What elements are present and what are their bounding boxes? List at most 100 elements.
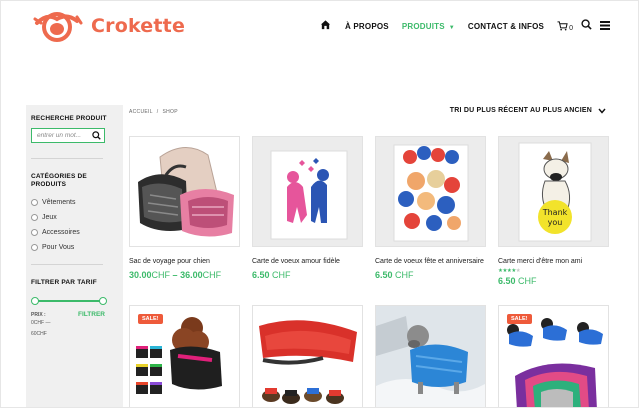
product-card[interactable]: Carte de voeux fête et anniversaire 6.50… bbox=[375, 136, 486, 280]
star-icon: ★ bbox=[515, 268, 521, 274]
product-price: 6.50 CHF bbox=[498, 276, 609, 286]
cart-button[interactable]: 0 bbox=[557, 21, 573, 32]
radio-button[interactable] bbox=[31, 214, 38, 221]
breadcrumb-home[interactable]: ACCUEIL bbox=[129, 109, 153, 115]
product-price: 30.00CHF – 36.00CHF bbox=[129, 270, 240, 280]
price-currency: CHF bbox=[151, 270, 171, 280]
search-input[interactable]: entrer un mot... bbox=[31, 128, 105, 143]
pet-carrier-image bbox=[130, 137, 239, 246]
brand-name: Crokette bbox=[91, 15, 186, 37]
menu-icon[interactable] bbox=[600, 17, 610, 35]
category-label: Jeux bbox=[42, 214, 57, 221]
nav-products[interactable]: PRODUITS ▼ bbox=[402, 22, 455, 31]
cart-count: 0 bbox=[569, 24, 573, 32]
price-dash: – bbox=[172, 270, 178, 280]
price-label: PRIX : bbox=[31, 311, 46, 318]
category-item[interactable]: Accessoires bbox=[31, 225, 118, 240]
price-to: 36.00 bbox=[180, 270, 203, 280]
product-card[interactable] bbox=[375, 305, 486, 407]
sort-dropdown[interactable]: TRI DU PLUS RÉCENT AU PLUS ANCIEN bbox=[450, 107, 606, 114]
product-card[interactable] bbox=[252, 305, 363, 407]
categories-title: CATÉGORIES DE PRODUITS bbox=[31, 173, 87, 188]
price-currency: CHF bbox=[518, 276, 537, 286]
product-image[interactable]: SALE! bbox=[129, 305, 240, 407]
search-placeholder: entrer un mot... bbox=[37, 132, 82, 139]
price-currency: CHF bbox=[202, 270, 222, 280]
product-card[interactable]: SALE! bbox=[498, 305, 609, 407]
price-row: PRIX : FILTRER bbox=[31, 311, 105, 318]
nav-about[interactable]: À PROPOS bbox=[345, 22, 389, 31]
product-card[interactable]: Thank you Carte merci d'être mon ami ★★★… bbox=[498, 136, 609, 286]
slider-min-handle[interactable] bbox=[31, 297, 39, 305]
breadcrumb-current: SHOP bbox=[162, 109, 178, 115]
breadcrumb: ACCUEIL / SHOP bbox=[129, 109, 178, 115]
site-header: Crokette À PROPOS PRODUITS ▼ CONTACT & IN… bbox=[1, 1, 638, 53]
search-title: RECHERCHE PRODUIT bbox=[31, 115, 107, 122]
product-image[interactable] bbox=[375, 136, 486, 247]
price-currency: CHF bbox=[395, 270, 414, 280]
radio-button[interactable] bbox=[31, 244, 38, 251]
logo-icon bbox=[33, 12, 83, 42]
sort-label: TRI DU PLUS RÉCENT AU PLUS ANCIEN bbox=[449, 107, 592, 114]
chevron-down-icon: ▼ bbox=[448, 24, 455, 31]
breadcrumb-separator: / bbox=[156, 109, 159, 115]
divider bbox=[31, 264, 103, 265]
product-price: 6.50 CHF bbox=[252, 270, 363, 280]
product-image[interactable] bbox=[252, 136, 363, 247]
product-card[interactable]: Carte de voeux amour fidèle 6.50 CHF bbox=[252, 136, 363, 280]
product-image[interactable]: SALE! bbox=[498, 305, 609, 407]
price-currency: CHF bbox=[272, 270, 291, 280]
product-card[interactable]: SALE! bbox=[129, 305, 240, 407]
category-label: Pour Vous bbox=[42, 244, 75, 251]
price-value: 6.50 bbox=[498, 276, 516, 286]
home-icon[interactable] bbox=[320, 17, 331, 35]
slider-max-handle[interactable] bbox=[99, 297, 107, 305]
search-icon[interactable] bbox=[92, 131, 101, 140]
price-from: 30.00 bbox=[129, 270, 152, 280]
sale-badge: SALE! bbox=[138, 314, 163, 324]
product-name[interactable]: Carte de voeux fête et anniversaire bbox=[375, 257, 486, 266]
slider-track bbox=[34, 300, 104, 302]
svg-text:Thank: Thank bbox=[542, 208, 568, 217]
product-name[interactable]: Carte de voeux amour fidèle bbox=[252, 257, 363, 266]
red-dog-jacket-image bbox=[253, 306, 362, 407]
product-image[interactable] bbox=[252, 305, 363, 407]
blue-puffer-dog-image bbox=[376, 306, 485, 407]
category-item[interactable]: Pour Vous bbox=[31, 240, 118, 255]
rating-stars: ★★★★★ bbox=[498, 268, 609, 274]
main-nav: À PROPOS PRODUITS ▼ CONTACT & INFOS 0 bbox=[320, 17, 610, 35]
category-label: Vêtements bbox=[42, 199, 76, 206]
love-card-image bbox=[253, 137, 362, 246]
radio-button[interactable] bbox=[31, 199, 38, 206]
logo[interactable]: Crokette bbox=[33, 9, 185, 43]
price-value: 6.50 bbox=[375, 270, 393, 280]
radio-button[interactable] bbox=[31, 229, 38, 236]
price-filter-title: FILTRER PAR TARIF bbox=[31, 279, 97, 286]
thank-you-card-image: Thank you bbox=[499, 137, 608, 246]
product-name[interactable]: Carte merci d'être mon ami bbox=[498, 257, 609, 266]
search-icon[interactable] bbox=[581, 17, 592, 35]
price-max-value: 60CHF bbox=[31, 331, 47, 337]
nav-contact[interactable]: CONTACT & INFOS bbox=[468, 22, 544, 31]
product-card[interactable]: Sac de voyage pour chien 30.00CHF – 36.0… bbox=[129, 136, 240, 280]
price-min-value: 0CHF — bbox=[31, 320, 51, 326]
filter-button[interactable]: FILTRER bbox=[78, 311, 105, 318]
product-image[interactable] bbox=[375, 305, 486, 407]
divider bbox=[31, 158, 103, 159]
sidebar: RECHERCHE PRODUIT entrer un mot... CATÉG… bbox=[26, 105, 123, 407]
nav-products-label: PRODUITS bbox=[401, 21, 445, 31]
page: Crokette À PROPOS PRODUITS ▼ CONTACT & IN… bbox=[0, 0, 639, 408]
price-slider[interactable] bbox=[31, 297, 107, 305]
product-image[interactable]: Thank you bbox=[498, 136, 609, 247]
category-item[interactable]: Jeux bbox=[31, 210, 118, 225]
svg-text:you: you bbox=[548, 218, 563, 227]
cart-icon bbox=[557, 21, 568, 31]
price-value: 6.50 bbox=[252, 270, 270, 280]
sale-badge: SALE! bbox=[507, 314, 532, 324]
category-label: Accessoires bbox=[42, 229, 80, 236]
product-price: 6.50 CHF bbox=[375, 270, 486, 280]
product-image[interactable] bbox=[129, 136, 240, 247]
category-item[interactable]: Vêtements bbox=[31, 195, 118, 210]
product-name[interactable]: Sac de voyage pour chien bbox=[129, 257, 240, 266]
category-list: Vêtements Jeux Accessoires Pour Vous bbox=[31, 195, 118, 255]
